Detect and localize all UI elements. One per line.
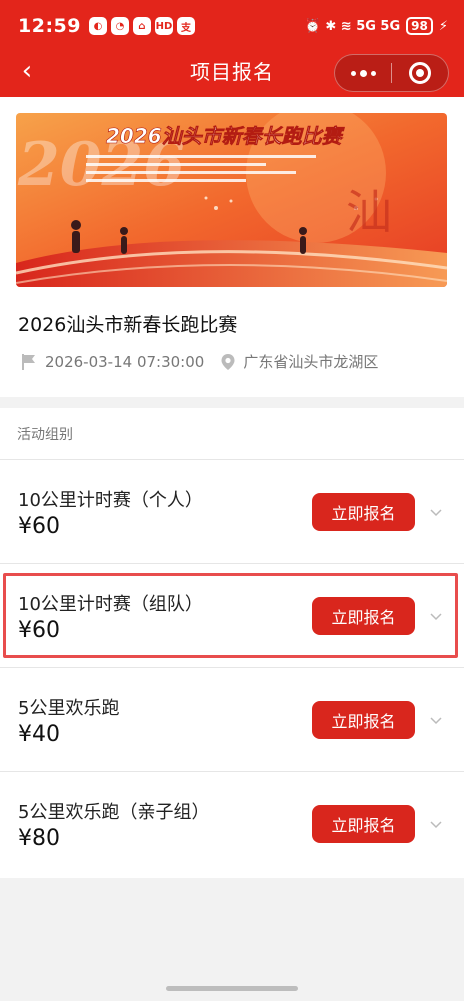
status-app-icons: ◐ ◔ ⌂ HD 支 bbox=[88, 17, 195, 35]
banner-title: 2026汕头市新春长跑比赛 bbox=[106, 124, 345, 148]
group-price: ¥60 bbox=[18, 618, 60, 643]
group-price: ¥40 bbox=[18, 722, 60, 747]
group-row[interactable]: 10公里计时赛（组队） ¥60 立即报名 bbox=[0, 564, 464, 668]
group-row[interactable]: 5公里欢乐跑（亲子组） ¥80 立即报名 bbox=[0, 772, 464, 876]
group-price: ¥60 bbox=[18, 514, 60, 539]
chevron-down-icon[interactable] bbox=[430, 506, 442, 518]
group-name: 10公里计时赛（个人） bbox=[18, 490, 203, 511]
event-location-text: 广东省汕头市龙湖区 bbox=[243, 353, 379, 371]
group-name: 10公里计时赛（组队） bbox=[18, 594, 203, 615]
banner-calligraphy: 汕 bbox=[346, 185, 392, 239]
app-header: 12:59 ◐ ◔ ⌂ HD 支 ⏰ ✱ ≋ 5G 5G 98 ⚡ ‹ 项目报名 bbox=[0, 0, 464, 97]
group-price: ¥80 bbox=[18, 826, 60, 851]
signup-button[interactable]: 立即报名 bbox=[312, 701, 415, 739]
event-card: 2026 2026汕头市新春长跑比赛 汕 2026汕头市新春长跑比赛 2026-… bbox=[0, 97, 464, 397]
event-datetime: 2026-03-14 07:30:00 bbox=[20, 353, 204, 371]
alipay-icon: 支 bbox=[176, 17, 195, 35]
event-location: 广东省汕头市龙湖区 bbox=[220, 351, 378, 372]
signup-button[interactable]: 立即报名 bbox=[312, 597, 415, 635]
group-list: 活动组别 10公里计时赛（个人） ¥60 立即报名 10公里计时赛（组队） ¥6… bbox=[0, 408, 464, 878]
more-button[interactable] bbox=[335, 55, 391, 91]
flag-icon bbox=[22, 353, 35, 370]
app-notification-icon: ◔ bbox=[110, 17, 129, 35]
status-bar: 12:59 ◐ ◔ ⌂ HD 支 ⏰ ✱ ≋ 5G 5G 98 ⚡ bbox=[0, 0, 464, 52]
group-section-label: 活动组别 bbox=[0, 408, 464, 460]
location-pin-icon bbox=[221, 353, 235, 370]
chevron-down-icon[interactable] bbox=[430, 818, 442, 830]
group-row[interactable]: 5公里欢乐跑 ¥40 立即报名 bbox=[0, 668, 464, 772]
home-indicator[interactable] bbox=[166, 986, 298, 991]
signup-button[interactable]: 立即报名 bbox=[312, 805, 415, 843]
app-notification-icon: ◐ bbox=[88, 17, 107, 35]
more-dots-icon bbox=[350, 69, 376, 77]
event-meta: 2026-03-14 07:30:00 广东省汕头市龙湖区 bbox=[20, 351, 378, 372]
group-row[interactable]: 10公里计时赛（个人） ¥60 立即报名 bbox=[0, 460, 464, 564]
chevron-down-icon[interactable] bbox=[430, 714, 442, 726]
group-name: 5公里欢乐跑（亲子组） bbox=[18, 802, 210, 823]
group-name: 5公里欢乐跑 bbox=[18, 698, 120, 719]
battery-icon: 98 bbox=[406, 17, 433, 35]
status-time: 12:59 bbox=[18, 15, 81, 37]
miniprogram-capsule bbox=[334, 54, 449, 92]
chevron-down-icon[interactable] bbox=[430, 610, 442, 622]
nav-bar: ‹ 项目报名 bbox=[0, 52, 464, 97]
charging-icon: ⚡ bbox=[438, 18, 448, 34]
event-datetime-text: 2026-03-14 07:30:00 bbox=[45, 352, 205, 371]
banner-illustration: 2026 2026汕头市新春长跑比赛 汕 bbox=[16, 113, 447, 287]
event-banner: 2026 2026汕头市新春长跑比赛 汕 bbox=[16, 113, 447, 287]
event-title: 2026汕头市新春长跑比赛 bbox=[18, 314, 238, 336]
target-icon bbox=[409, 62, 431, 84]
close-miniprogram-button[interactable] bbox=[392, 55, 448, 91]
status-indicators: ⏰ ✱ ≋ 5G 5G 98 ⚡ bbox=[305, 17, 448, 35]
signal-icons: ⏰ ✱ ≋ 5G 5G bbox=[304, 18, 401, 34]
app-notification-icon: HD bbox=[154, 17, 173, 35]
app-notification-icon: ⌂ bbox=[132, 17, 151, 35]
signup-button[interactable]: 立即报名 bbox=[312, 493, 415, 531]
